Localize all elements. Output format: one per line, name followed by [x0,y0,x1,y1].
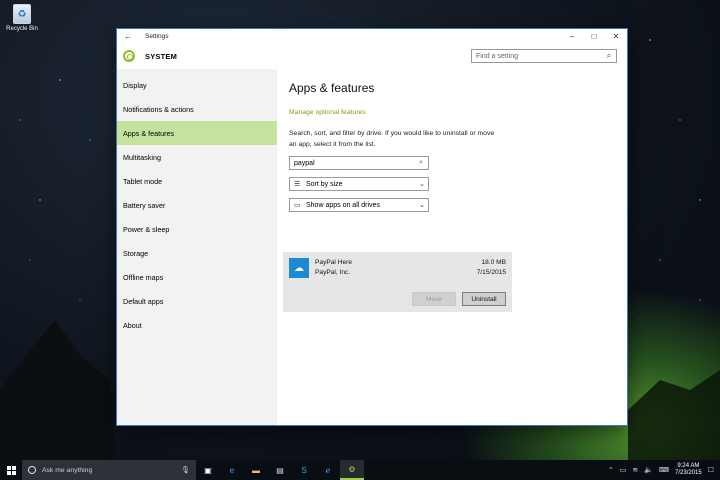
sidebar-item-battery-saver[interactable]: Battery saver [117,193,277,217]
gear-icon [123,50,135,62]
sidebar-item-about[interactable]: About [117,313,277,337]
title-bar: ← Settings – □ ✕ [117,29,627,43]
sidebar-item-tablet-mode[interactable]: Tablet mode [117,169,277,193]
clock[interactable]: 9:24 AM 7/23/2015 [675,463,702,477]
keyboard-icon[interactable]: ⌨ [659,466,669,474]
window-title: Settings [145,32,169,40]
settings-header: SYSTEM Find a setting ⌕ [117,43,627,69]
app-install-date: 7/15/2015 [476,269,506,276]
recycle-bin-label: Recycle Bin [6,26,38,32]
sidebar-item-power-sleep[interactable]: Power & sleep [117,217,277,241]
sort-dropdown[interactable]: ☰ Sort by size ⌄ [289,177,429,191]
start-button[interactable] [0,460,22,480]
settings-window: ← Settings – □ ✕ SYSTEM Find a setting ⌕… [116,28,628,426]
cortana-icon [28,466,36,474]
chevron-up-icon[interactable]: ⌃ [608,466,614,474]
find-setting-input[interactable]: Find a setting ⌕ [471,49,617,63]
edge-icon[interactable]: e [220,460,244,480]
clock-time: 9:24 AM [677,463,700,469]
app-search-value: paypal [294,159,315,167]
maximize-button[interactable]: □ [583,32,605,41]
find-setting-placeholder: Find a setting [476,52,519,60]
battery-icon[interactable]: ▭ [620,466,627,474]
drive-filter-dropdown[interactable]: ▭ Show apps on all drives ⌄ [289,198,429,212]
move-button[interactable]: Move [412,292,456,306]
sidebar-item-default-apps[interactable]: Default apps [117,289,277,313]
wifi-icon[interactable]: ≋ [632,466,638,474]
recycle-bin-icon: ♻ [13,4,31,24]
search-icon: ⌕ [419,159,423,166]
app-name: PayPal Here [315,259,353,266]
sidebar-item-notifications[interactable]: Notifications & actions [117,97,277,121]
section-title: SYSTEM [145,51,178,61]
app-size: 18.0 MB [481,259,506,266]
internet-explorer-icon[interactable]: ℯ [316,460,340,480]
sidebar-item-display[interactable]: Display [117,73,277,97]
recycle-bin[interactable]: ♻ Recycle Bin [4,4,40,32]
sidebar-item-multitasking[interactable]: Multitasking [117,145,277,169]
sort-label: Sort by size [306,180,343,188]
sidebar-item-apps-features[interactable]: Apps & features [117,121,277,145]
app-list-item[interactable]: ☁ PayPal Here PayPal, Inc. 18.0 MB 7/15/… [283,252,512,312]
task-view-icon[interactable]: ▣ [196,460,220,480]
minimize-button[interactable]: – [561,32,583,41]
settings-content: Display Notifications & actions Apps & f… [117,69,627,425]
main-panel: Apps & features Manage optional features… [277,69,627,425]
chevron-down-icon: ⌄ [419,202,425,209]
microphone-icon[interactable]: 🎙 [181,466,190,474]
cloud-icon: ☁ [289,258,309,278]
app-publisher: PayPal, Inc. [315,269,351,276]
clock-date: 7/23/2015 [675,470,702,476]
sidebar-item-storage[interactable]: Storage [117,241,277,265]
taskbar: Ask me anything 🎙 ▣ e ▬ ▤ S ℯ ⚙ ⌃ ▭ ≋ 🔈 … [0,460,720,480]
file-explorer-icon[interactable]: ▬ [244,460,268,480]
close-button[interactable]: ✕ [605,32,627,41]
skype-icon[interactable]: S [292,460,316,480]
sort-icon: ☰ [294,181,301,188]
page-title: Apps & features [289,81,375,95]
back-button[interactable]: ← [117,32,139,41]
system-tray: ⌃ ▭ ≋ 🔈 ⌨ 9:24 AM 7/23/2015 ☐ [608,463,720,477]
store-icon[interactable]: ▤ [268,460,292,480]
app-search-input[interactable]: paypal ⌕ [289,156,429,170]
sidebar-item-offline-maps[interactable]: Offline maps [117,265,277,289]
search-icon: ⌕ [606,51,612,60]
action-center-icon[interactable]: ☐ [708,466,714,474]
drive-icon: ▭ [294,202,301,209]
chevron-down-icon: ⌄ [419,181,425,188]
drive-filter-label: Show apps on all drives [306,201,380,209]
cortana-search-box[interactable]: Ask me anything 🎙 [22,460,196,480]
manage-optional-features-link[interactable]: Manage optional features [289,109,627,116]
settings-taskbar-icon[interactable]: ⚙ [340,460,364,480]
sidebar: Display Notifications & actions Apps & f… [117,69,277,425]
volume-icon[interactable]: 🔈 [644,466,653,474]
page-description: Search, sort, and filter by drive. If yo… [289,130,495,148]
windows-icon [6,465,16,475]
uninstall-button[interactable]: Uninstall [462,292,506,306]
cortana-placeholder: Ask me anything [42,466,93,474]
